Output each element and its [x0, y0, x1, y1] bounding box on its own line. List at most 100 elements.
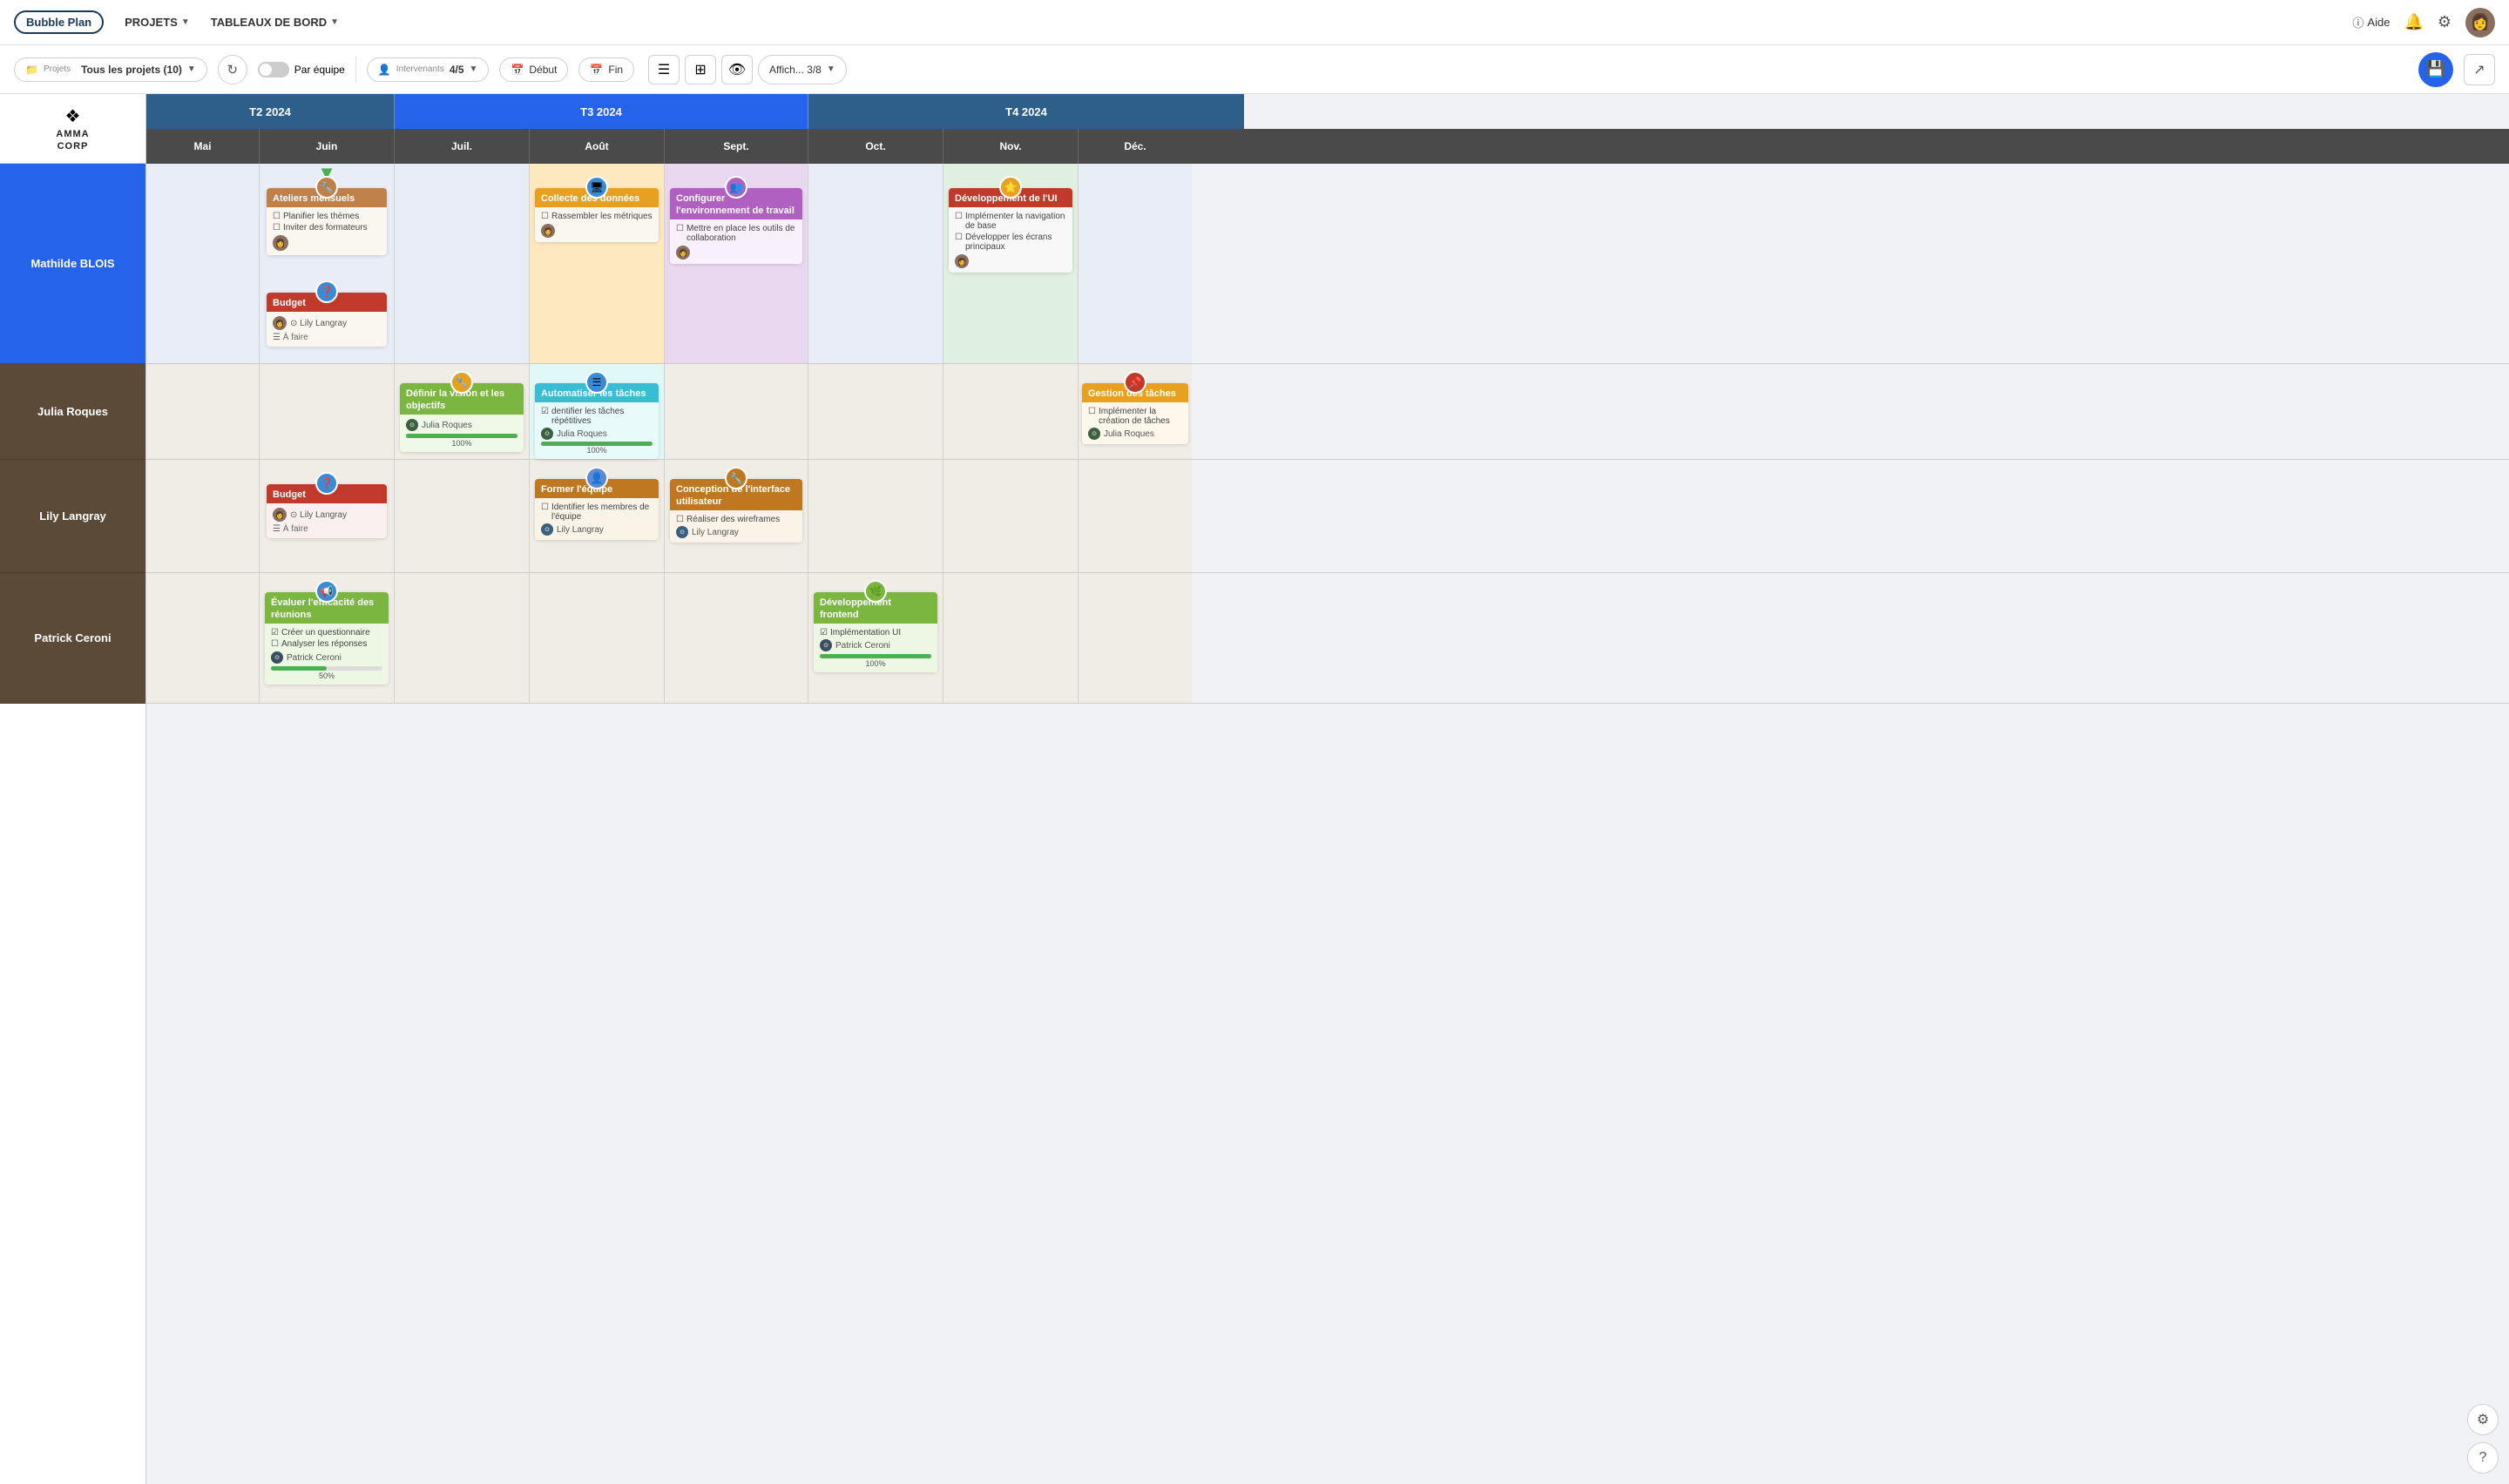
settings-button[interactable]: ⚙	[2438, 13, 2452, 31]
month-oct: Oct.	[808, 129, 943, 164]
month-juin: Juin	[260, 129, 395, 164]
debut-filter[interactable]: 📅 Début	[499, 57, 568, 82]
list-view-button[interactable]: ☰	[648, 55, 680, 84]
month-juil: Juil.	[395, 129, 530, 164]
row-label-lily: Lily Langray	[0, 460, 145, 573]
amma-icon: ❖	[65, 105, 81, 127]
cell-mathilde-mai	[146, 164, 260, 363]
row-mathilde: ▼ Ateliers mensuels ☐Planifier les thème…	[146, 164, 2509, 364]
icon-dev-ui: ⭐	[999, 176, 1022, 199]
cell-patrick-mai	[146, 573, 260, 703]
affichage-dropdown[interactable]: Affich... 3/8 ▼	[758, 55, 847, 84]
grid-view-button[interactable]: ⊞	[685, 55, 716, 84]
person-icon: 👤	[378, 64, 391, 76]
quarter-t2: T2 2024	[146, 94, 395, 129]
cell-lily-dec	[1079, 460, 1192, 572]
card-dev-frontend[interactable]: Développement frontend ☑Implémentation U…	[814, 592, 937, 672]
icon-budget: ❓	[315, 280, 338, 303]
save-button[interactable]: 💾	[2418, 52, 2453, 87]
settings-bottom-button[interactable]: ⚙	[2467, 1404, 2499, 1435]
cell-mathilde-sept: Configurer l'environnement de travail ☐M…	[665, 164, 808, 363]
user-avatar[interactable]: 👩	[2465, 8, 2495, 37]
icon-gestion: 📌	[1124, 371, 1146, 394]
amma-name: AMMA	[56, 129, 89, 139]
cell-patrick-dec	[1079, 573, 1192, 703]
projects-dropdown[interactable]: 📁 Projets Tous les projets (10) ▼	[14, 57, 207, 82]
chevron-down-icon: ▼	[187, 64, 196, 74]
icon-dev-frontend: 🌿	[864, 580, 887, 603]
calendar-icon: 📅	[511, 64, 524, 76]
calendar-icon: 📅	[590, 64, 603, 76]
cell-patrick-sept	[665, 573, 808, 703]
toolbar: 📁 Projets Tous les projets (10) ▼ ↻ Par …	[0, 45, 2509, 94]
month-mai: Mai	[146, 129, 260, 164]
help-bottom-button[interactable]: ?	[2467, 1442, 2499, 1474]
cell-lily-juin: Budget 👩 ⊙ Lily Langray ☰ À faire ❓	[260, 460, 395, 572]
cell-julia-nov	[943, 364, 1079, 459]
cell-patrick-oct: Développement frontend ☑Implémentation U…	[808, 573, 943, 703]
nav-projets[interactable]: PROJETS ▼	[125, 16, 190, 29]
intervenants-dropdown[interactable]: 👤 Intervenants 4/5 ▼	[367, 57, 490, 82]
cell-lily-mai	[146, 460, 260, 572]
cell-lily-nov	[943, 460, 1079, 572]
nav-tableaux[interactable]: TABLEAUX DE BORD ▼	[211, 16, 339, 29]
row-label-mathilde: Mathilde BLOIS	[0, 164, 145, 364]
cell-julia-oct	[808, 364, 943, 459]
icon-conception: 🔧	[725, 467, 747, 489]
fin-filter[interactable]: 📅 Fin	[578, 57, 634, 82]
icon-configurer: 👥	[725, 176, 747, 199]
cell-julia-juil: Définir la vision et les objectifs ⊙ Jul…	[395, 364, 530, 459]
icon-collecte: 🖥	[585, 176, 608, 199]
cell-mathilde-juin: ▼ Ateliers mensuels ☐Planifier les thème…	[260, 164, 395, 363]
folder-icon: 📁	[25, 64, 38, 76]
separator	[355, 57, 356, 83]
month-headers: Mai Juin Juil. Août Sept. Oct. Nov. Déc.	[146, 129, 2509, 164]
help-icon: ⓘ	[2352, 14, 2364, 30]
icon-evaluer: 📢	[315, 580, 338, 603]
cell-mathilde-oct	[808, 164, 943, 363]
cell-patrick-juil	[395, 573, 530, 703]
refresh-button[interactable]: ↻	[218, 55, 247, 84]
eye-icon[interactable]: 👁	[721, 55, 753, 84]
icon-former: 👤	[585, 467, 608, 489]
avatar-configurer: 👩	[676, 246, 690, 260]
row-patrick: Évaluer l'efficacité des réunions ☑Créer…	[146, 573, 2509, 704]
logo[interactable]: Bubble Plan	[14, 10, 104, 34]
cell-lily-aout: Former l'équipe ☐Identifier les membres …	[530, 460, 665, 572]
quarter-t4: T4 2024	[808, 94, 1244, 129]
icon-vision: 🔧	[450, 371, 473, 394]
card-configurer[interactable]: Configurer l'environnement de travail ☐M…	[670, 188, 802, 264]
company-logo-header: ❖ AMMA CORP	[0, 94, 145, 164]
chevron-down-icon: ▼	[181, 17, 190, 27]
cell-mathilde-nov: Développement de l'UI ☐Implémenter la na…	[943, 164, 1079, 363]
row-label-patrick: Patrick Ceroni	[0, 573, 145, 704]
row-julia: Définir la vision et les objectifs ⊙ Jul…	[146, 364, 2509, 460]
cell-lily-juil	[395, 460, 530, 572]
avatar-dev-ui: 👩	[955, 254, 969, 268]
row-labels-column: ❖ AMMA CORP Mathilde BLOIS Julia Roques …	[0, 94, 146, 1484]
icon-ateliers: 🔧	[315, 176, 338, 199]
top-navigation: Bubble Plan PROJETS ▼ TABLEAUX DE BORD ▼…	[0, 0, 2509, 45]
export-button[interactable]: ↗	[2464, 54, 2495, 85]
cell-mathilde-juil	[395, 164, 530, 363]
cell-patrick-nov	[943, 573, 1079, 703]
cell-julia-mai	[146, 364, 260, 459]
chevron-down-icon: ▼	[330, 17, 339, 27]
gantt-grid: T2 2024 T3 2024 T4 2024 Mai Juin Juil. A…	[146, 94, 2509, 1484]
card-dev-ui[interactable]: Développement de l'UI ☐Implémenter la na…	[949, 188, 1072, 273]
row-label-julia: Julia Roques	[0, 364, 145, 460]
nav-right-section: ⓘ Aide 🔔 ⚙ 👩	[2352, 8, 2495, 37]
month-dec: Déc.	[1079, 129, 1192, 164]
card-evaluer[interactable]: Évaluer l'efficacité des réunions ☑Créer…	[265, 592, 389, 685]
icon-budget-lily: ❓	[315, 472, 338, 495]
aide-button[interactable]: ⓘ Aide	[2352, 14, 2390, 30]
row-lily: Budget 👩 ⊙ Lily Langray ☰ À faire ❓	[146, 460, 2509, 573]
month-nov: Nov.	[943, 129, 1079, 164]
notifications-button[interactable]: 🔔	[2404, 13, 2423, 31]
card-automatiser[interactable]: Automatiser les tâches ☑dentifier les tâ…	[535, 383, 659, 459]
cell-patrick-juin: Évaluer l'efficacité des réunions ☑Créer…	[260, 573, 395, 703]
cell-lily-sept: Conception de l'interface utilisateur ☐R…	[665, 460, 808, 572]
cell-julia-dec: Gestion des tâches ☐Implémenter la créat…	[1079, 364, 1192, 459]
icon-automatiser: ☰	[585, 371, 608, 394]
cell-julia-aout: Automatiser les tâches ☑dentifier les tâ…	[530, 364, 665, 459]
